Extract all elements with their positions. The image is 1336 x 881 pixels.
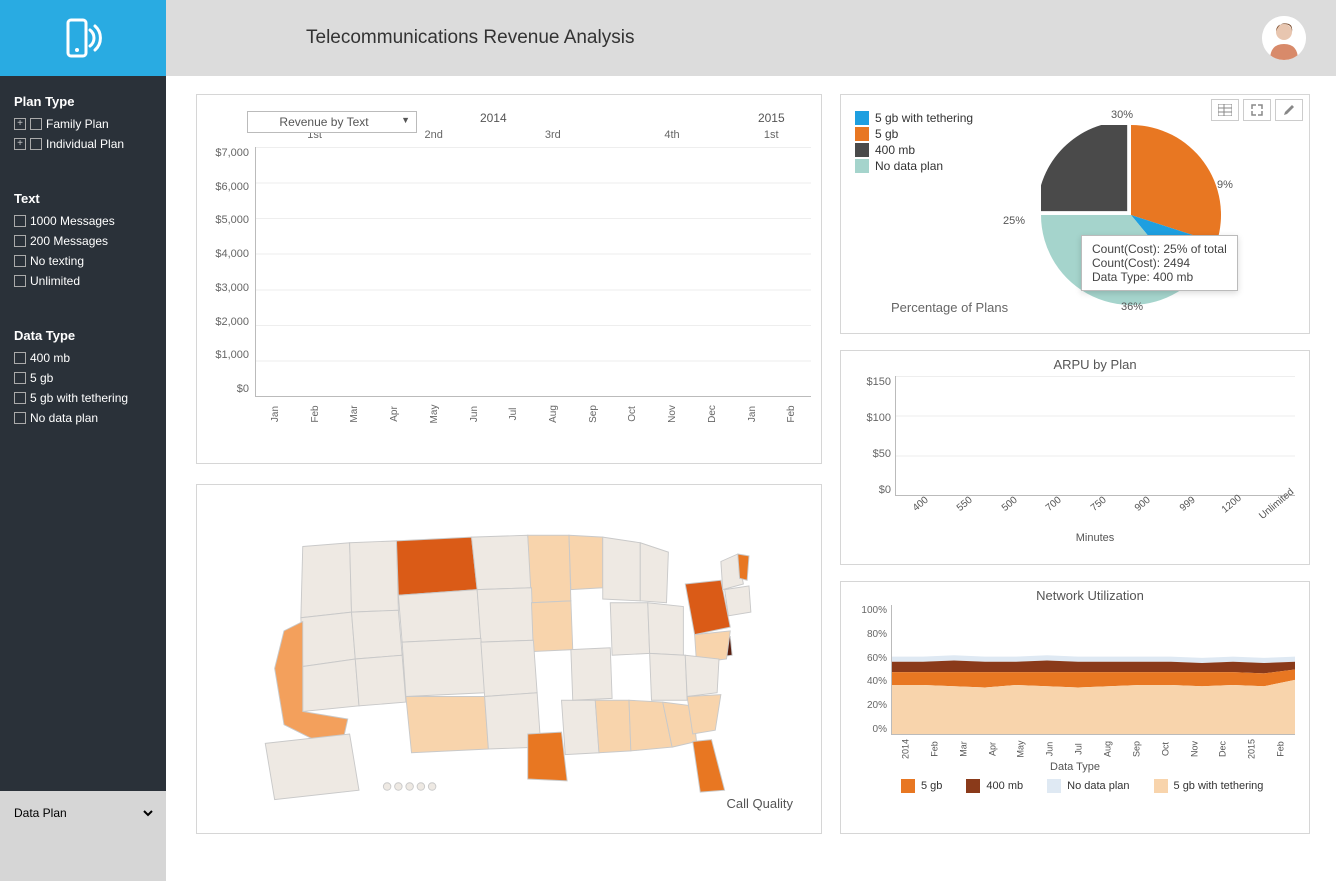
sidebar-item-family-plan[interactable]: + Family Plan bbox=[14, 117, 152, 131]
expand-icon[interactable]: + bbox=[14, 118, 26, 130]
revenue-y-axis: $7,000$6,000$5,000$4,000$3,000$2,000$1,0… bbox=[207, 147, 255, 397]
sidebar-item-no-data-plan[interactable]: No data plan bbox=[14, 411, 152, 425]
checkbox[interactable] bbox=[14, 372, 26, 384]
plan-type-heading: Plan Type bbox=[14, 94, 152, 109]
network-y-axis: 100%80%60%40%20%0% bbox=[847, 605, 891, 735]
pie-pct-bottom: 36% bbox=[1121, 301, 1143, 313]
sidebar-item-label: 5 gb bbox=[30, 371, 53, 385]
checkbox[interactable] bbox=[14, 215, 26, 227]
sidebar-group-data-type: Data Type 400 mb 5 gb 5 gb with tetherin… bbox=[14, 328, 152, 425]
sidebar-item-400mb[interactable]: 400 mb bbox=[14, 351, 152, 365]
arpu-title: ARPU by Plan bbox=[841, 357, 1309, 372]
sidebar-group-plan-type: Plan Type + Family Plan + Individual Pla… bbox=[14, 94, 152, 151]
sidebar-item-no-texting[interactable]: No texting bbox=[14, 254, 152, 268]
expand-icon bbox=[1251, 104, 1263, 116]
expand-icon[interactable]: + bbox=[14, 138, 26, 150]
revenue-selector[interactable]: Revenue by Text bbox=[247, 111, 417, 133]
checkbox[interactable] bbox=[30, 118, 42, 130]
pie-title: Percentage of Plans bbox=[891, 300, 1008, 315]
pie-pct-right: 9% bbox=[1217, 179, 1233, 191]
page-title: Telecommunications Revenue Analysis bbox=[306, 27, 634, 49]
arpu-y-axis: $150$100$50$0 bbox=[847, 376, 895, 496]
arpu-bars-plot bbox=[895, 376, 1295, 496]
sidebar-item-label: Individual Plan bbox=[46, 137, 124, 151]
sidebar-item-label: 1000 Messages bbox=[30, 214, 115, 228]
network-title: Network Utilization bbox=[841, 588, 1309, 603]
tooltip-line: Count(Cost): 25% of total bbox=[1092, 242, 1227, 256]
sidebar-item-individual-plan[interactable]: + Individual Plan bbox=[14, 137, 152, 151]
sidebar-item-label: 5 gb with tethering bbox=[30, 391, 128, 405]
sidebar-item-unlimited-text[interactable]: Unlimited bbox=[14, 274, 152, 288]
sidebar-item-5gb[interactable]: 5 gb bbox=[14, 371, 152, 385]
map-card: Call Quality bbox=[196, 484, 822, 834]
arpu-x-axis: 4005505007007509009991200Unlimited bbox=[841, 500, 1309, 526]
pencil-icon bbox=[1283, 104, 1295, 116]
map-title: Call Quality bbox=[727, 796, 793, 811]
sidebar-item-label: 200 Messages bbox=[30, 234, 108, 248]
pie-pct-left: 25% bbox=[1003, 215, 1025, 227]
app-header: Telecommunications Revenue Analysis bbox=[166, 0, 1336, 76]
sidebar-group-text: Text 1000 Messages 200 Messages No texti… bbox=[14, 191, 152, 288]
sidebar-item-label: 400 mb bbox=[30, 351, 70, 365]
user-avatar[interactable] bbox=[1262, 16, 1306, 60]
checkbox[interactable] bbox=[14, 255, 26, 267]
sidebar-bottom-panel: Data Plan bbox=[0, 791, 166, 881]
data-plan-dropdown[interactable]: Data Plan bbox=[10, 801, 156, 825]
tooltip-line: Data Type: 400 mb bbox=[1092, 270, 1227, 284]
sidebar-item-5gb-tethering[interactable]: 5 gb with tethering bbox=[14, 391, 152, 405]
pie-tooltip: Count(Cost): 25% of total Count(Cost): 2… bbox=[1081, 235, 1238, 291]
sidebar-item-200-messages[interactable]: 200 Messages bbox=[14, 234, 152, 248]
pie-legend: 5 gb with tethering5 gb400 mbNo data pla… bbox=[841, 95, 1021, 333]
sidebar-item-label: No texting bbox=[30, 254, 84, 268]
sidebar-item-1000-messages[interactable]: 1000 Messages bbox=[14, 214, 152, 228]
network-chart-card: Network Utilization 100%80%60%40%20%0% 2… bbox=[840, 581, 1310, 834]
edit-button[interactable] bbox=[1275, 99, 1303, 121]
pie-chart-card: 5 gb with tethering5 gb400 mbNo data pla… bbox=[840, 94, 1310, 334]
phone-signal-icon bbox=[59, 14, 107, 62]
arpu-chart-card: ARPU by Plan $150$100$50$0 4005505007007… bbox=[840, 350, 1310, 565]
tooltip-line: Count(Cost): 2494 bbox=[1092, 256, 1227, 270]
sidebar-item-label: Family Plan bbox=[46, 117, 109, 131]
sidebar-item-label: Unlimited bbox=[30, 274, 80, 288]
pie-plot: 30% 9% 36% 25% Count(Cost): 25% of total… bbox=[1021, 95, 1251, 333]
revenue-bars-plot bbox=[255, 147, 811, 397]
checkbox[interactable] bbox=[14, 275, 26, 287]
text-heading: Text bbox=[14, 191, 152, 206]
logo-area bbox=[0, 0, 166, 76]
pie-pct-top: 30% bbox=[1111, 109, 1133, 121]
checkbox[interactable] bbox=[14, 235, 26, 247]
avatar-icon bbox=[1262, 16, 1306, 60]
checkbox[interactable] bbox=[14, 352, 26, 364]
revenue-chart-card: Revenue by Text 2014 2015 1st2nd3rd4th1s… bbox=[196, 94, 822, 464]
data-type-heading: Data Type bbox=[14, 328, 152, 343]
checkbox[interactable] bbox=[14, 412, 26, 424]
us-map-svg bbox=[229, 509, 789, 809]
network-x-axis: 2014FebMarAprMayJunJulAugSepOctNovDec201… bbox=[841, 737, 1309, 761]
sidebar-item-label: No data plan bbox=[30, 411, 98, 425]
checkbox[interactable] bbox=[30, 138, 42, 150]
checkbox[interactable] bbox=[14, 392, 26, 404]
network-area-svg bbox=[892, 605, 1295, 734]
arpu-x-title: Minutes bbox=[841, 532, 1309, 544]
network-legend: 5 gb400 mbNo data plan5 gb with tetherin… bbox=[841, 773, 1309, 803]
revenue-x-axis: JanFebMarAprMayJunJulAugSepOctNovDecJanF… bbox=[197, 400, 821, 428]
year-label-2015: 2015 bbox=[732, 111, 811, 125]
